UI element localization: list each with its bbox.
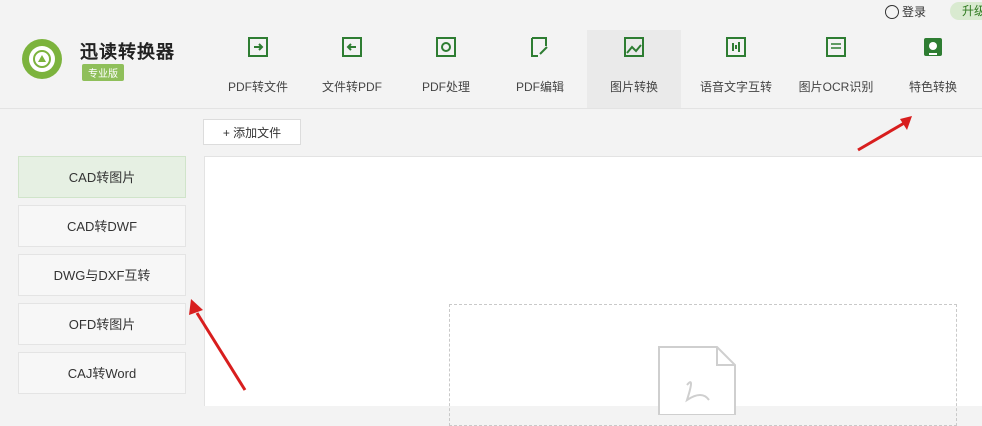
header: 迅读转换器 专业版 登录 升级 PDF转文件 文件转PDF PDF处理 PDF编…	[0, 0, 982, 108]
tab-label: 语音文字互转	[699, 80, 772, 94]
image-convert-icon	[624, 37, 644, 57]
annotation-arrow	[857, 116, 912, 152]
user-icon	[885, 4, 899, 19]
login-label: 登录	[902, 5, 927, 19]
tab-label: PDF编辑	[515, 80, 564, 94]
tab-ocr[interactable]: 图片OCR识别	[789, 30, 883, 108]
edition-badge: 专业版	[82, 64, 124, 81]
tab-pdf-process[interactable]: PDF处理	[399, 30, 493, 108]
ocr-icon	[826, 37, 846, 57]
special-convert-icon	[924, 38, 942, 56]
upgrade-button[interactable]: 升级	[950, 2, 982, 20]
sidebar-item-ofd-to-image[interactable]: OFD转图片	[18, 303, 186, 345]
sidebar-item-cad-to-image[interactable]: CAD转图片	[18, 156, 186, 198]
app-title: 迅读转换器	[80, 42, 175, 63]
content-area	[204, 156, 982, 426]
toolbar: + 添加文件	[0, 108, 982, 157]
logo-icon	[33, 50, 51, 68]
tab-label: PDF转文件	[227, 80, 288, 94]
voice-text-icon	[726, 37, 746, 57]
sidebar: CAD转图片 CAD转DWF DWG与DXF互转 OFD转图片 CAJ转Word	[0, 156, 204, 405]
add-file-button[interactable]: + 添加文件	[203, 119, 301, 145]
tab-label: 图片OCR识别	[798, 80, 874, 94]
tab-label: PDF处理	[421, 80, 470, 94]
tab-voice-text[interactable]: 语音文字互转	[689, 30, 783, 108]
sidebar-item-cad-to-dwf[interactable]: CAD转DWF	[18, 205, 186, 247]
tab-special-convert[interactable]: 特色转换	[886, 30, 980, 108]
login-button[interactable]: 登录	[885, 3, 926, 20]
sidebar-item-caj-to-word[interactable]: CAJ转Word	[18, 352, 186, 394]
sidebar-item-dwg-dxf[interactable]: DWG与DXF互转	[18, 254, 186, 296]
tab-label: 特色转换	[908, 80, 957, 94]
annotation-arrow	[189, 299, 247, 391]
pdf-edit-icon	[531, 37, 548, 57]
app-logo	[22, 39, 62, 79]
tab-label: 图片转换	[609, 80, 658, 94]
tab-pdf-edit[interactable]: PDF编辑	[493, 30, 587, 108]
pdf-to-file-icon	[248, 37, 268, 57]
pdf-process-icon	[436, 37, 456, 57]
file-drop-zone[interactable]	[449, 304, 957, 426]
tab-file-to-pdf[interactable]: 文件转PDF	[305, 30, 399, 108]
tab-image-convert[interactable]: 图片转换	[587, 30, 681, 108]
tab-pdf-to-file[interactable]: PDF转文件	[211, 30, 305, 108]
file-to-pdf-icon	[342, 37, 362, 57]
tab-label: 文件转PDF	[321, 80, 382, 94]
